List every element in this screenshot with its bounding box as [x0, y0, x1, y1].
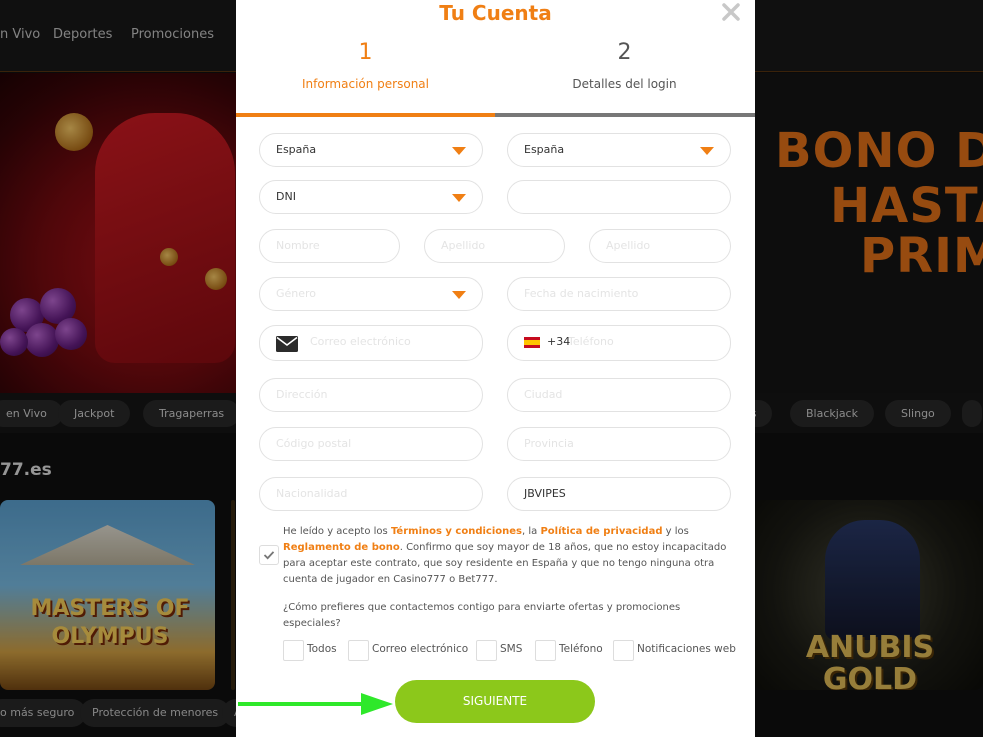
city-field[interactable]: Ciudad: [507, 378, 731, 412]
nationality-placeholder: Nacionalidad: [276, 487, 348, 500]
bonus-rules-link[interactable]: Reglamento de bono: [283, 542, 400, 553]
consent-text-part: , la: [522, 526, 541, 537]
email-placeholder: Correo electrónico: [310, 335, 411, 348]
country-value: España: [524, 143, 565, 156]
annotation-arrow-icon: [238, 693, 393, 715]
chevron-down-icon: [452, 194, 466, 202]
surname-1-field[interactable]: Apellido: [424, 229, 565, 263]
province-field[interactable]: Provincia: [507, 427, 731, 461]
terms-checkbox[interactable]: [259, 545, 279, 565]
phone-field[interactable]: +34 Teléfono: [507, 325, 731, 361]
province-placeholder: Provincia: [524, 437, 574, 450]
checkbox[interactable]: [535, 640, 556, 661]
step-label: Detalles del login: [572, 77, 677, 91]
surname-2-placeholder: Apellido: [606, 239, 651, 252]
promo-code-field[interactable]: JBVIPES: [507, 477, 731, 511]
step-personal-info[interactable]: 1 Información personal: [236, 38, 495, 91]
gender-select[interactable]: Género: [259, 277, 483, 311]
checkbox[interactable]: [283, 640, 304, 661]
spain-flag-icon: [524, 337, 540, 348]
birth-date-placeholder: Fecha de nacimiento: [524, 287, 639, 300]
step-number: 2: [617, 40, 632, 65]
country-select-2[interactable]: España: [507, 133, 731, 167]
document-type-value: DNI: [276, 190, 296, 203]
consent-text-part: He leído y acepto los: [283, 526, 391, 537]
promo-code-value: JBVIPES: [524, 487, 566, 500]
close-icon[interactable]: [721, 2, 741, 22]
step-progress-inactive: [495, 113, 755, 117]
document-number-field[interactable]: [507, 180, 731, 214]
gender-placeholder: Género: [276, 287, 317, 300]
next-button[interactable]: SIGUIENTE: [395, 680, 595, 723]
step-label: Información personal: [302, 77, 429, 91]
email-field[interactable]: Correo electrónico: [259, 325, 483, 361]
first-name-field[interactable]: Nombre: [259, 229, 400, 263]
contact-preference-question: ¿Cómo prefieres que contactemos contigo …: [283, 602, 681, 629]
document-type-select[interactable]: DNI: [259, 180, 483, 214]
envelope-icon: [276, 336, 298, 352]
option-label: Notificaciones web: [637, 643, 736, 655]
postal-code-placeholder: Código postal: [276, 437, 352, 450]
step-login-details[interactable]: 2 Detalles del login: [495, 38, 754, 91]
privacy-policy-link[interactable]: Política de privacidad: [540, 526, 662, 537]
option-label: Correo electrónico: [372, 643, 469, 655]
modal-title: Tu Cuenta: [439, 1, 552, 25]
step-number: 1: [358, 40, 373, 65]
option-label: Teléfono: [559, 643, 603, 655]
address-field[interactable]: Dirección: [259, 378, 483, 412]
birth-date-field[interactable]: Fecha de nacimiento: [507, 277, 731, 311]
checkbox[interactable]: [613, 640, 634, 661]
checkbox[interactable]: [348, 640, 369, 661]
account-modal: Tu Cuenta 1 Información personal 2 Detal…: [236, 0, 755, 737]
checkbox[interactable]: [476, 640, 497, 661]
chevron-down-icon: [700, 147, 714, 155]
postal-code-field[interactable]: Código postal: [259, 427, 483, 461]
city-placeholder: Ciudad: [524, 388, 563, 401]
terms-consent-text: He leído y acepto los Términos y condici…: [283, 524, 733, 588]
surname-1-placeholder: Apellido: [441, 239, 486, 252]
consent-text-part: y los: [662, 526, 689, 537]
terms-link[interactable]: Términos y condiciones: [391, 526, 522, 537]
checkmark-icon: [263, 551, 275, 560]
nationality-field[interactable]: Nacionalidad: [259, 477, 483, 511]
option-label: SMS: [500, 643, 523, 655]
country-value: España: [276, 143, 317, 156]
step-progress-active: [236, 113, 495, 117]
option-label: Todos: [307, 643, 337, 655]
chevron-down-icon: [452, 147, 466, 155]
surname-2-field[interactable]: Apellido: [589, 229, 731, 263]
phone-placeholder: Teléfono: [568, 335, 614, 348]
first-name-placeholder: Nombre: [276, 239, 320, 252]
phone-prefix: +34: [547, 335, 571, 348]
country-select[interactable]: España: [259, 133, 483, 167]
address-placeholder: Dirección: [276, 388, 328, 401]
chevron-down-icon: [452, 291, 466, 299]
